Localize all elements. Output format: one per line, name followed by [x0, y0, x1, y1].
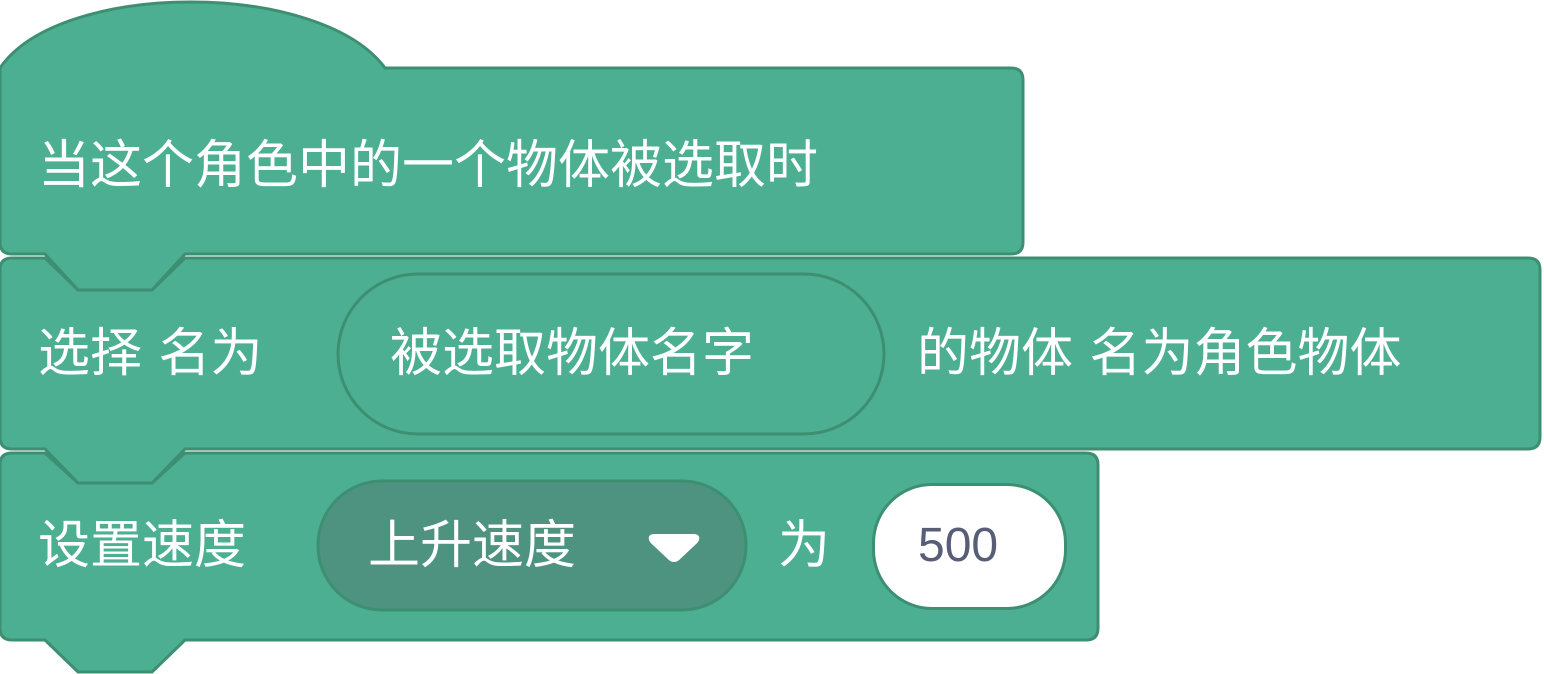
select-block-prefix: 选择 名为 [38, 324, 263, 384]
speed-value: 500 [918, 519, 999, 572]
set-speed-prefix: 设置速度 [38, 516, 247, 576]
set-speed-middle: 为 [778, 516, 831, 576]
select-block-suffix: 的物体 名为角色物体 [917, 324, 1402, 384]
hat-block-label: 当这个角色中的一个物体被选取时 [38, 136, 819, 196]
dropdown-label: 上升速度 [368, 516, 577, 576]
reporter-label: 被选取物体名字 [390, 324, 755, 384]
